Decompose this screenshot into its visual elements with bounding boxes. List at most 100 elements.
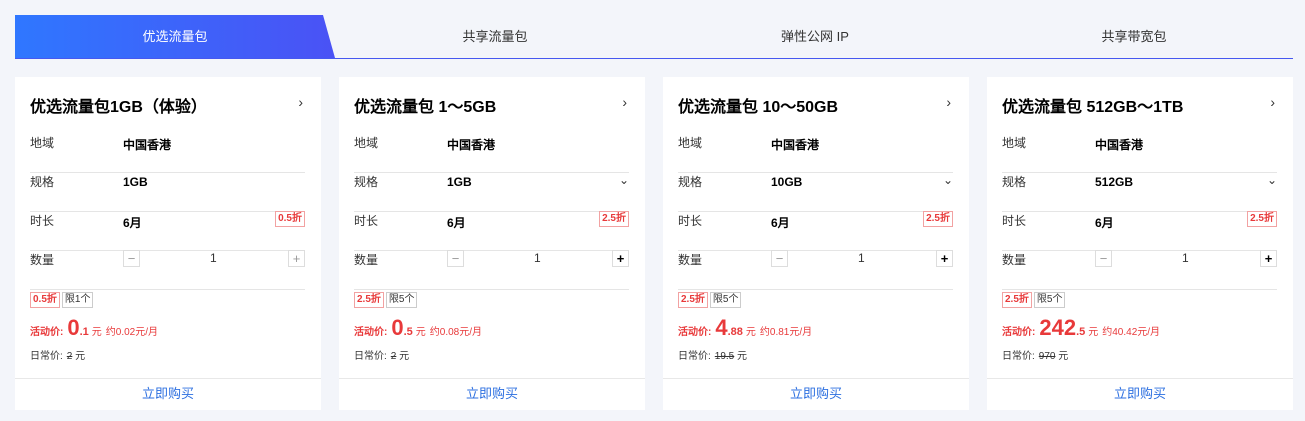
increment-button[interactable]: + <box>936 250 953 267</box>
tag-row: 0.5折 限1个 <box>30 289 94 308</box>
spec-value: 1GB <box>123 175 148 189</box>
promo-price: 活动价: 242.5 元约40.42元/月 <box>1002 315 1160 341</box>
duration-value: 6月 <box>771 216 790 230</box>
limit-tag: 限5个 <box>385 292 418 308</box>
promo-label: 活动价: <box>354 327 388 338</box>
spec-row[interactable]: 规格 10GB ⌄ <box>678 173 953 212</box>
region-row: 地域 中国香港 <box>678 134 953 173</box>
region-label: 地域 <box>678 136 703 150</box>
promo-price: 活动价: 4.88 元约0.81元/月 <box>678 315 812 341</box>
increment-button[interactable]: + <box>612 250 629 267</box>
region-label: 地域 <box>30 136 55 150</box>
discount-badge: 0.5折 <box>275 211 305 227</box>
quantity-value[interactable]: 1 <box>1182 251 1189 265</box>
duration-value: 6月 <box>447 216 466 230</box>
promo-price-dec: .88 <box>727 326 743 338</box>
duration-value: 6月 <box>123 216 142 230</box>
region-value: 中国香港 <box>1095 138 1144 152</box>
spec-row[interactable]: 规格 1GB <box>30 173 305 212</box>
region-row: 地域 中国香港 <box>30 134 305 173</box>
buy-now-button[interactable]: 立即购买 <box>663 378 969 410</box>
increment-button[interactable]: + <box>288 250 305 267</box>
duration-value: 6月 <box>1095 216 1114 230</box>
card-title: 优选流量包1GB（体验） <box>30 99 207 116</box>
spec-row[interactable]: 规格 512GB ⌄ <box>1002 173 1277 212</box>
quantity-value[interactable]: 1 <box>210 251 217 265</box>
discount-tag: 2.5折 <box>354 292 384 308</box>
chevron-right-icon[interactable]: › <box>298 94 303 110</box>
product-card: 优选流量包1GB（体验） › 地域 中国香港 规格 1GB 时长 6月 0.5折… <box>15 77 321 410</box>
regular-price-value: 970 <box>1038 351 1056 362</box>
tab-preferred-traffic[interactable]: 优选流量包 <box>15 15 335 58</box>
quantity-value[interactable]: 1 <box>858 251 865 265</box>
regular-label: 日常价: <box>30 351 63 362</box>
region-label: 地域 <box>354 136 379 150</box>
chevron-right-icon[interactable]: › <box>946 94 951 110</box>
buy-now-button[interactable]: 立即购买 <box>339 378 645 410</box>
spec-label: 规格 <box>30 175 55 189</box>
promo-unit: 元 <box>745 327 756 338</box>
regular-label: 日常价: <box>1002 351 1035 362</box>
promo-price-dec: .1 <box>79 326 89 338</box>
chevron-right-icon[interactable]: › <box>1270 94 1275 110</box>
buy-now-button[interactable]: 立即购买 <box>987 378 1293 410</box>
card-title: 优选流量包 10～50GB <box>678 99 839 116</box>
buy-now-button[interactable]: 立即购买 <box>15 378 321 410</box>
regular-unit: 元 <box>399 351 410 362</box>
product-card: 优选流量包 1～5GB › 地域 中国香港 规格 1GB ⌄ 时长 6月 2.5… <box>339 77 645 410</box>
promo-price-int: 0 <box>67 315 80 340</box>
quantity-label: 数量 <box>354 253 379 267</box>
tab-shared-traffic[interactable]: 共享流量包 <box>335 15 655 58</box>
regular-price: 日常价: 19.5 元 <box>678 347 747 362</box>
discount-tag: 0.5折 <box>30 292 60 308</box>
regular-label: 日常价: <box>354 351 387 362</box>
decrement-button[interactable]: − <box>123 250 140 267</box>
limit-tag: 限5个 <box>709 292 742 308</box>
duration-label: 时长 <box>30 214 55 228</box>
duration-row: 时长 6月 2.5折 <box>354 211 629 251</box>
quantity-value[interactable]: 1 <box>534 251 541 265</box>
discount-badge: 2.5折 <box>1247 211 1277 227</box>
region-value: 中国香港 <box>771 138 820 152</box>
discount-badge: 2.5折 <box>923 211 953 227</box>
region-row: 地域 中国香港 <box>1002 134 1277 173</box>
regular-price-value: 2 <box>390 351 397 362</box>
chevron-down-icon[interactable]: ⌄ <box>1267 173 1277 187</box>
quantity-label: 数量 <box>1002 253 1027 267</box>
chevron-down-icon[interactable]: ⌄ <box>943 173 953 187</box>
regular-unit: 元 <box>75 351 86 362</box>
regular-unit: 元 <box>1058 351 1069 362</box>
card-title: 优选流量包 512GB～1TB <box>1002 99 1184 116</box>
promo-label: 活动价: <box>678 327 712 338</box>
promo-price-dec: .5 <box>403 326 413 338</box>
tab-elastic-ip[interactable]: 弹性公网 IP <box>655 15 975 58</box>
tab-shared-bandwidth[interactable]: 共享带宽包 <box>975 15 1293 58</box>
decrement-button[interactable]: − <box>447 250 464 267</box>
limit-tag: 限1个 <box>61 292 94 308</box>
promo-price-int: 4 <box>715 315 728 340</box>
region-label: 地域 <box>1002 136 1027 150</box>
decrement-button[interactable]: − <box>1095 250 1112 267</box>
quantity-row: 数量 − 1 + <box>1002 250 1277 290</box>
tag-row: 2.5折 限5个 <box>678 289 742 308</box>
regular-price-value: 19.5 <box>714 351 735 362</box>
chevron-down-icon[interactable]: ⌄ <box>619 173 629 187</box>
quantity-label: 数量 <box>678 253 703 267</box>
spec-value: 1GB <box>447 175 472 189</box>
spec-row[interactable]: 规格 1GB ⌄ <box>354 173 629 212</box>
limit-tag: 限5个 <box>1033 292 1066 308</box>
decrement-button[interactable]: − <box>771 250 788 267</box>
product-tabs: 优选流量包 共享流量包 弹性公网 IP 共享带宽包 <box>15 15 1293 59</box>
product-card: 优选流量包 512GB～1TB › 地域 中国香港 规格 512GB ⌄ 时长 … <box>987 77 1293 410</box>
region-value: 中国香港 <box>123 138 172 152</box>
promo-monthly: 约0.81元/月 <box>759 327 813 338</box>
promo-monthly: 约0.08元/月 <box>429 327 483 338</box>
spec-label: 规格 <box>678 175 703 189</box>
promo-unit: 元 <box>91 327 102 338</box>
chevron-right-icon[interactable]: › <box>622 94 627 110</box>
regular-price: 日常价: 970 元 <box>1002 347 1068 362</box>
promo-price-int: 0 <box>391 315 404 340</box>
promo-unit: 元 <box>415 327 426 338</box>
duration-row: 时长 6月 2.5折 <box>1002 211 1277 251</box>
increment-button[interactable]: + <box>1260 250 1277 267</box>
